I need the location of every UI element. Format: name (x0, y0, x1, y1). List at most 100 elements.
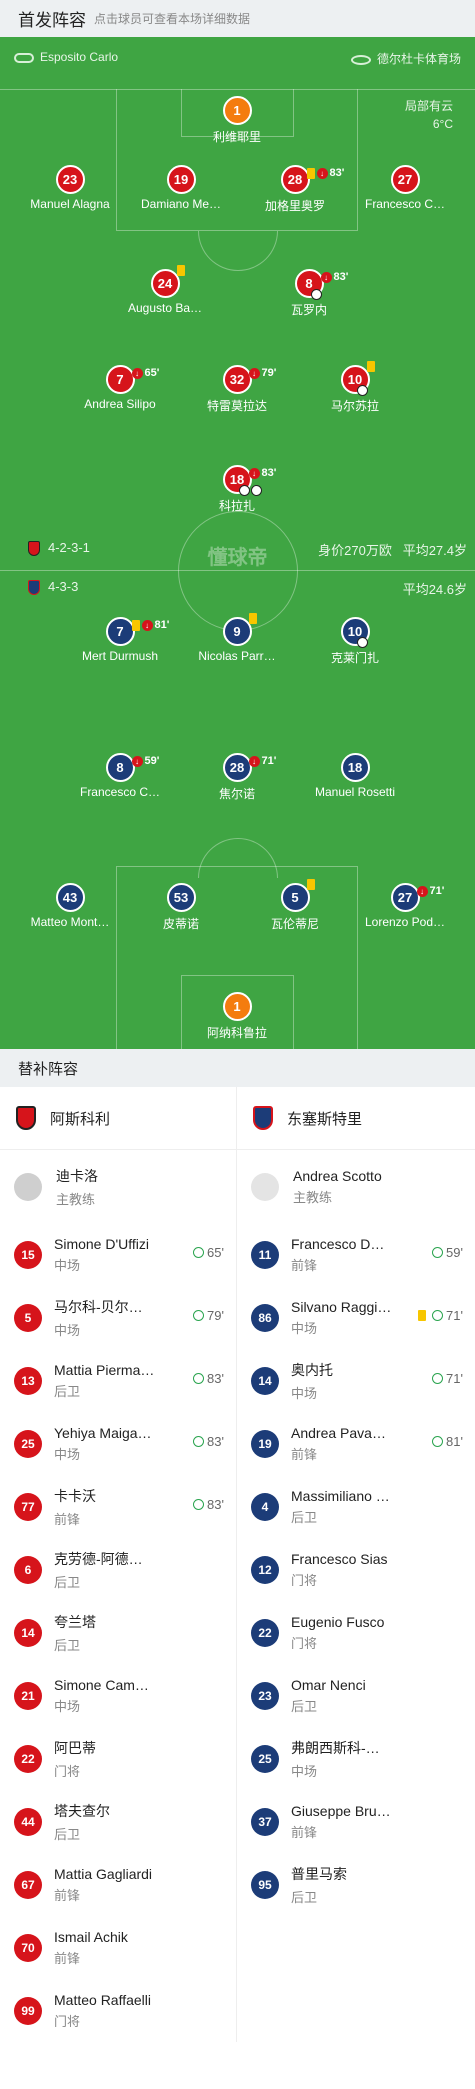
player-number: 27 ↓ 71' (390, 883, 444, 912)
home-player[interactable]: 23 Manuel Alagna (10, 165, 130, 211)
bench-player-row[interactable]: 14 夸兰塔 后卫 (0, 1601, 236, 1664)
sub-minute: 83' (261, 467, 277, 479)
yellow-card-icon (366, 361, 375, 372)
player-position: 前锋 (291, 1446, 318, 1462)
player-number: 32 ↓ 79' (222, 365, 276, 394)
home-player[interactable]: 28 ↓ 83' 加格里奥罗 (235, 165, 355, 214)
player-number: 5 (280, 879, 315, 912)
player-position: 后卫 (291, 1889, 318, 1905)
player-number: 44 (14, 1807, 42, 1836)
sub-off-icon: ↓ (131, 756, 143, 767)
home-player[interactable]: 7 ↓ 65' Andrea Silipo (60, 365, 180, 411)
player-number: 10 (340, 361, 375, 396)
goal-ball-icon (310, 289, 322, 300)
bench-player-row[interactable]: 14 奥内托 中场 71' (237, 1349, 475, 1412)
home-player[interactable]: 19 Damiano Me… (121, 165, 241, 211)
bench-player-row[interactable]: 22 阿巴蒂 门将 (0, 1727, 236, 1790)
player-position: 后卫 (54, 1637, 81, 1653)
bench-player-row[interactable]: 99 Matteo Raffaelli 门将 (0, 1979, 236, 2042)
player-number: 28 ↓ 83' (280, 165, 344, 194)
home-player[interactable]: 24 Augusto Ba… (105, 265, 225, 315)
bench-player-row[interactable]: 5 马尔科-贝尔… 中场 79' (0, 1286, 236, 1349)
away-player[interactable]: 28 ↓ 71' 焦尔诺 (177, 753, 297, 802)
bench-player-row[interactable]: 11 Francesco D… 前锋 59' (237, 1223, 475, 1286)
sub-in-info: 83' (193, 1497, 224, 1512)
bench-player-row[interactable]: 19 Andrea Pava… 前锋 81' (237, 1412, 475, 1475)
player-events: ↓ 81' (131, 613, 169, 638)
away-player[interactable]: 9 Nicolas Parr… (177, 613, 297, 663)
sub-minute: 65' (144, 367, 160, 379)
bench-player-row[interactable]: 15 Simone D'Uffizi 中场 65' (0, 1223, 236, 1286)
sub-off-icon: ↓ (248, 368, 260, 379)
player-number: 13 (14, 1366, 42, 1395)
away-player[interactable]: 43 Matteo Mont… (10, 883, 130, 929)
player-number: 23 (251, 1681, 279, 1710)
home-team-badge-icon (16, 1106, 36, 1130)
away-player[interactable]: 53 皮蒂诺 (121, 883, 241, 932)
coach-name: 迪卡洛 (56, 1167, 98, 1184)
bench-player-row[interactable]: 4 Massimiliano … 后卫 (237, 1475, 475, 1538)
away-team-row: 东塞斯特里 (237, 1087, 475, 1150)
away-player[interactable]: 18 Manuel Rosetti (295, 753, 415, 799)
bench-player-row[interactable]: 44 塔夫查尔 后卫 (0, 1790, 236, 1853)
bench-player-row[interactable]: 21 Simone Cam… 中场 (0, 1664, 236, 1727)
home-player[interactable]: 10 马尔苏拉 (295, 361, 415, 414)
bench-player-row[interactable]: 23 Omar Nenci 后卫 (237, 1664, 475, 1727)
sub-in-info: 71' (432, 1371, 463, 1386)
home-coach[interactable]: 迪卡洛 主教练 (0, 1150, 236, 1223)
away-stats: 平均24.6岁 (402, 582, 467, 597)
home-team-row: 阿斯科利 (0, 1087, 236, 1150)
home-player[interactable]: 8 ↓ 83' 瓦罗内 (249, 269, 369, 318)
away-player[interactable]: 8 ↓ 59' Francesco C… (60, 753, 180, 799)
player-number: 27 (390, 165, 420, 194)
yellow-card-icon (131, 620, 140, 631)
away-player[interactable]: 7 ↓ 81' Mert Durmush (60, 617, 180, 663)
player-number: 37 (251, 1807, 279, 1836)
bench-player-row[interactable]: 77 卡卡沃 前锋 83' (0, 1475, 236, 1538)
page-title: 首发阵容 (18, 11, 86, 30)
away-player[interactable]: 5 瓦伦蒂尼 (235, 879, 355, 932)
bench: 阿斯科利 迪卡洛 主教练 15 Simone D'Uffizi 中场 65' 5 马尔科-… (0, 1087, 475, 2042)
player-position: 前锋 (54, 1887, 81, 1903)
player-number: 43 (55, 883, 85, 912)
away-player[interactable]: 27 ↓ 71' Lorenzo Pod… (345, 883, 465, 929)
sub-minute: 65' (207, 1245, 224, 1260)
center-circle (178, 511, 298, 631)
player-name: Eugenio Fusco (291, 1613, 385, 1630)
bench-player-row[interactable]: 25 弗朗西斯科-… 中场 (237, 1727, 475, 1790)
player-number: 18 (340, 753, 370, 782)
bench-player-row[interactable]: 6 克劳德-阿德… 后卫 (0, 1538, 236, 1601)
sub-off-icon: ↓ (248, 468, 260, 479)
home-player[interactable]: 27 Francesco C… (345, 165, 465, 211)
home-player[interactable]: 18 ↓ 83' 科拉扎 (177, 465, 297, 514)
player-name: Ismail Achik (54, 1928, 128, 1945)
home-player[interactable]: 32 ↓ 79' 特雷莫拉达 (177, 365, 297, 414)
bench-player-row[interactable]: 37 Giuseppe Bru… 前锋 (237, 1790, 475, 1853)
away-coach[interactable]: Andrea Scotto 主教练 (237, 1150, 475, 1223)
player-position: 中场 (291, 1320, 318, 1336)
player-name: 奥内托 (291, 1361, 333, 1378)
bench-player-row[interactable]: 70 Ismail Achik 前锋 (0, 1916, 236, 1979)
player-name: Manuel Alagna (30, 197, 110, 211)
player-events (306, 879, 317, 890)
bench-player-row[interactable]: 67 Mattia Gagliardi 前锋 (0, 1853, 236, 1916)
referee: Esposito Carlo (14, 50, 118, 64)
sub-in-info: 65' (193, 1245, 224, 1260)
bench-player-row[interactable]: 95 普里马索 后卫 (237, 1853, 475, 1916)
bench-player-row[interactable]: 13 Mattia Pierma… 后卫 83' (0, 1349, 236, 1412)
player-name: 加格里奥罗 (264, 199, 325, 213)
bench-player-row[interactable]: 86 Silvano Raggi… 中场 71' (237, 1286, 475, 1349)
home-stats: 身价270万欧 平均27.4岁 (318, 543, 467, 558)
player-events: ↓ 59' (131, 749, 159, 774)
bench-player-row[interactable]: 22 Eugenio Fusco 门将 (237, 1601, 475, 1664)
player-number: 53 (166, 883, 196, 912)
away-player[interactable]: 10 克莱门扎 (295, 617, 415, 666)
sub-minute: 83' (207, 1497, 224, 1512)
player-position: 后卫 (291, 1509, 318, 1525)
player-events (366, 361, 377, 372)
bench-player-row[interactable]: 12 Francesco Sias 门将 (237, 1538, 475, 1601)
home-player[interactable]: 1 利维耶里 (177, 96, 297, 145)
bench-player-row[interactable]: 25 Yehiya Maiga… 中场 83' (0, 1412, 236, 1475)
home-bench: 阿斯科利 迪卡洛 主教练 15 Simone D'Uffizi 中场 65' 5 马尔科-… (0, 1087, 237, 2042)
away-player[interactable]: 1 阿纳科鲁拉 (177, 992, 297, 1041)
